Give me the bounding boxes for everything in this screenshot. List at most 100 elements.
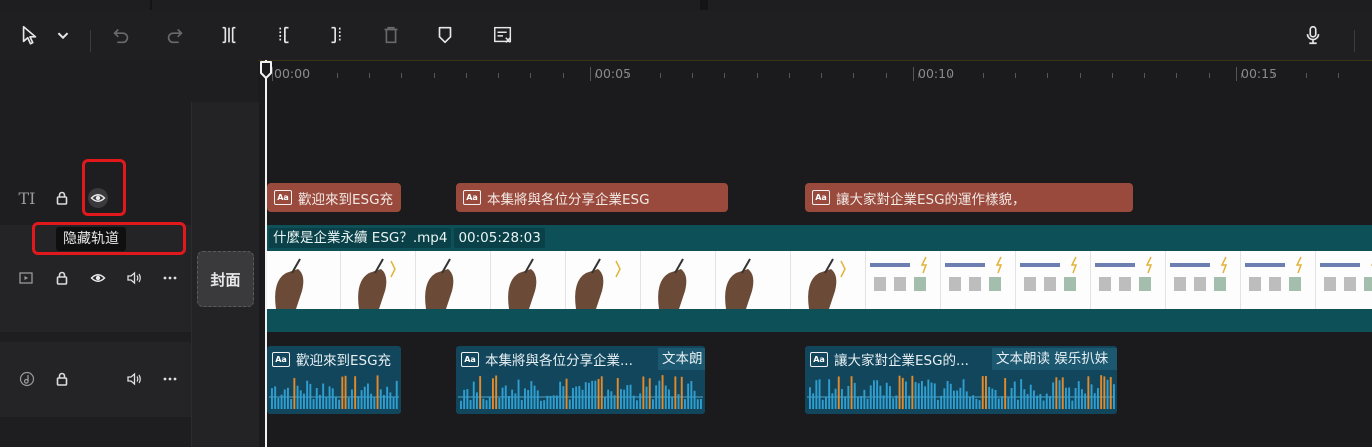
hand-drawing-thumbnail <box>508 258 537 309</box>
ruler-minor-tick <box>950 73 952 78</box>
ruler-minor-tick <box>1111 73 1113 78</box>
ruler-minor-tick <box>1014 73 1016 78</box>
audio-clip[interactable]: Aa 歡迎來到ESG充 <box>267 346 401 414</box>
ruler-major-tick <box>1236 67 1237 81</box>
text-recognize-icon[interactable] <box>488 20 518 50</box>
ruler-minor-tick <box>659 73 661 78</box>
volume-icon[interactable] <box>124 268 144 288</box>
delete-icon[interactable] <box>376 20 406 50</box>
ruler-minor-tick <box>885 73 887 78</box>
video-frame <box>1316 251 1372 309</box>
ruler-minor-tick <box>562 73 564 78</box>
text-clip-icon: Aa <box>812 190 830 205</box>
video-frame <box>266 251 341 309</box>
audio-waveform <box>807 375 1115 409</box>
text-clip[interactable]: Aa 本集將與各位分享企業ESG <box>456 183 728 212</box>
video-frame <box>791 251 866 309</box>
more-icon[interactable] <box>160 268 180 288</box>
cover-button[interactable]: 封面 <box>197 251 254 307</box>
text-clip-label: 本集將與各位分享企業ESG <box>487 191 650 208</box>
audio-clip-label: 本集將與各位分享企業... <box>485 353 633 369</box>
video-track-icon <box>16 268 36 288</box>
ruler-minor-tick <box>1176 73 1178 78</box>
video-frame <box>716 251 791 309</box>
ruler-minor-tick <box>853 73 855 78</box>
marker-icon[interactable] <box>430 20 460 50</box>
ruler-minor-tick <box>918 73 919 78</box>
ruler-minor-tick <box>982 73 984 78</box>
ruler-minor-tick <box>1337 73 1339 78</box>
video-clip-header: 什麼是企業永續 ESG？.mp4 00:05:28:03 <box>266 225 545 251</box>
ruler-label: 00:10 <box>918 66 955 81</box>
ruler-minor-tick <box>1144 73 1146 78</box>
text-clip[interactable]: Aa 歡迎來到ESG充 <box>267 183 401 212</box>
video-frame <box>1166 251 1241 309</box>
time-ruler[interactable]: 00:00 00:05 00:10 00:15 <box>258 60 1372 88</box>
ruler-minor-tick <box>627 73 629 78</box>
redo-icon[interactable] <box>160 20 190 50</box>
cursor-icon[interactable] <box>15 20 45 50</box>
audio-waveform <box>269 375 399 409</box>
top-strip-tab <box>708 0 1372 10</box>
more-icon[interactable] <box>160 369 180 389</box>
hand-drawing-thumbnail <box>425 258 454 309</box>
playhead-line[interactable] <box>265 60 267 447</box>
ruler-label: 00:05 <box>595 66 632 81</box>
playhead-handle[interactable] <box>259 60 273 80</box>
tooltip-highlight-box <box>32 222 186 255</box>
audio-clip-header: Aa 讓大家對企業ESG的... <box>805 348 987 370</box>
video-frame <box>866 251 941 309</box>
ruler-major-tick <box>590 67 591 81</box>
eye-icon[interactable] <box>88 268 108 288</box>
ruler-minor-tick <box>530 73 532 78</box>
ruler-minor-tick <box>401 73 403 78</box>
toolbar-divider <box>1354 30 1355 52</box>
split-right-icon[interactable] <box>322 20 352 50</box>
ruler-label: 00:15 <box>1241 66 1278 81</box>
ruler-minor-tick <box>368 73 370 78</box>
hand-drawing-thumbnail <box>275 258 304 309</box>
hand-drawing-thumbnail <box>725 258 754 309</box>
lock-icon[interactable] <box>52 369 72 389</box>
ruler-minor-tick <box>1079 73 1081 78</box>
audio-voice-tag: 文本朗读 娱乐扒妹 <box>992 348 1117 370</box>
video-frame <box>341 251 416 309</box>
volume-icon[interactable] <box>124 369 144 389</box>
infographic-thumbnail <box>1170 256 1228 291</box>
ruler-minor-tick <box>821 73 823 78</box>
infographic-thumbnail <box>945 256 1003 291</box>
video-frame <box>941 251 1016 309</box>
split-icon[interactable] <box>214 20 244 50</box>
ruler-minor-tick <box>304 73 306 78</box>
ruler-minor-tick <box>1305 73 1307 78</box>
video-frame <box>566 251 641 309</box>
audio-clip-icon: Aa <box>461 351 479 367</box>
audio-voice-tag: 文本朗 <box>658 348 705 370</box>
split-left-icon[interactable] <box>268 20 298 50</box>
video-clip-name: 什麼是企業永續 ESG？.mp4 <box>269 228 452 248</box>
text-clip-icon: Aa <box>274 190 292 205</box>
video-frame <box>416 251 491 309</box>
top-strip-tab <box>0 0 150 10</box>
ruler-minor-tick <box>465 73 467 78</box>
lock-icon[interactable] <box>52 268 72 288</box>
text-clip[interactable]: Aa 讓大家對企業ESG的運作樣貌， <box>805 183 1133 212</box>
ruler-minor-tick <box>788 73 790 78</box>
toolbar-divider <box>90 30 91 52</box>
audio-clip-label: 讓大家對企業ESG的... <box>834 353 969 369</box>
infographic-thumbnail <box>1020 256 1078 291</box>
audio-waveform <box>458 375 703 409</box>
ruler-minor-tick <box>336 73 338 78</box>
eye-highlight-box <box>82 159 126 216</box>
audio-clip[interactable]: Aa 本集將與各位分享企業... 文本朗 <box>456 346 705 414</box>
chevron-down-icon[interactable] <box>48 20 78 50</box>
audio-clip-header: Aa 歡迎來到ESG充 <box>267 348 391 370</box>
video-clip[interactable]: 什麼是企業永續 ESG？.mp4 00:05:28:03 <box>266 225 1372 332</box>
ruler-minor-tick <box>756 73 758 78</box>
microphone-icon[interactable] <box>1298 20 1328 50</box>
audio-clip[interactable]: Aa 讓大家對企業ESG的... 文本朗读 娱乐扒妹 <box>805 346 1117 414</box>
undo-icon[interactable] <box>106 20 136 50</box>
lock-icon[interactable] <box>52 188 72 208</box>
hand-drawing-thumbnail <box>575 258 621 309</box>
text-clip-label: 歡迎來到ESG充 <box>298 191 394 208</box>
